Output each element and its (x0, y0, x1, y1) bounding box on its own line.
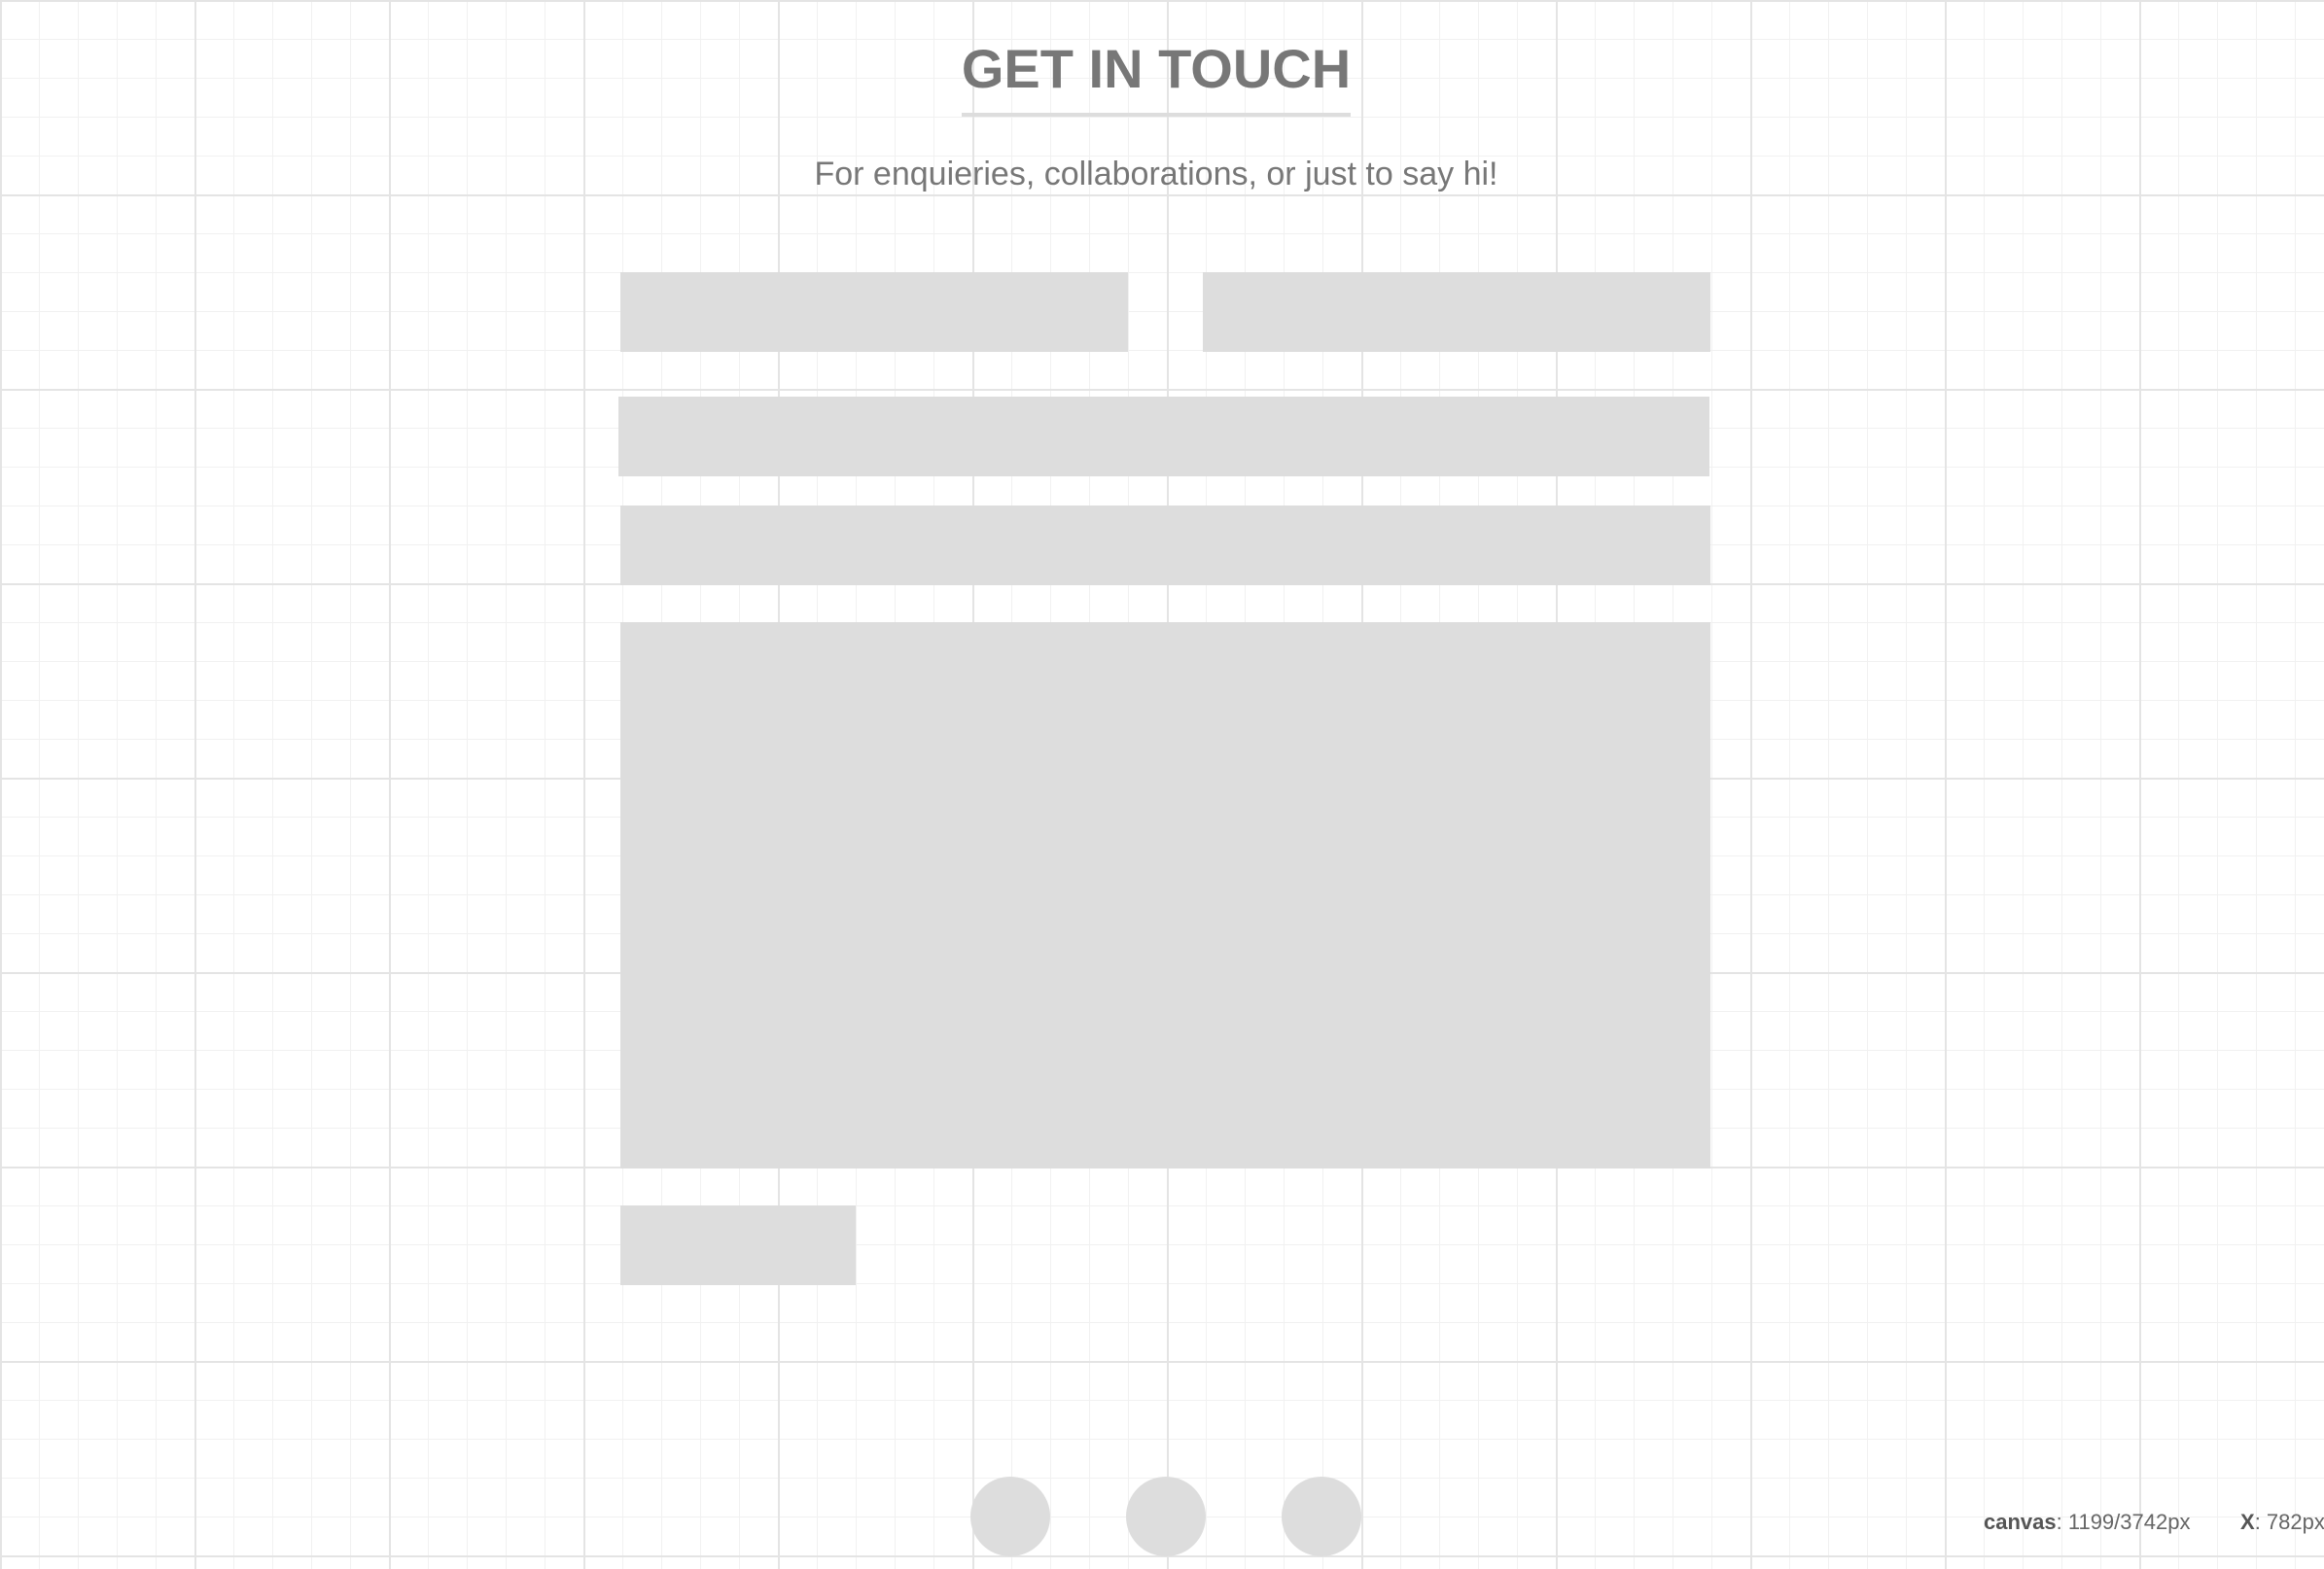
social-link-2[interactable] (1126, 1477, 1206, 1556)
submit-button[interactable] (620, 1205, 856, 1285)
canvas-readout-label: canvas (1984, 1510, 2057, 1534)
name-field[interactable] (620, 272, 1128, 352)
social-link-3[interactable] (1282, 1477, 1361, 1556)
x-readout: X: 782px (2240, 1509, 2324, 1536)
canvas-readout: canvas: 1199/3742px (1984, 1509, 2190, 1536)
message-field[interactable] (620, 622, 1710, 1168)
x-readout-label: X (2240, 1510, 2255, 1534)
page-heading: GET IN TOUCH (0, 37, 2312, 117)
canvas-readout-value: : 1199/3742px (2056, 1510, 2191, 1534)
social-link-1[interactable] (970, 1477, 1050, 1556)
page-title: GET IN TOUCH (961, 37, 1352, 117)
subject-field[interactable] (618, 397, 1709, 476)
page-subtitle: For enquieries, collaborations, or just … (814, 156, 1498, 192)
x-readout-value: : 782px (2254, 1510, 2324, 1534)
phone-field[interactable] (620, 506, 1710, 585)
email-field[interactable] (1203, 272, 1710, 352)
